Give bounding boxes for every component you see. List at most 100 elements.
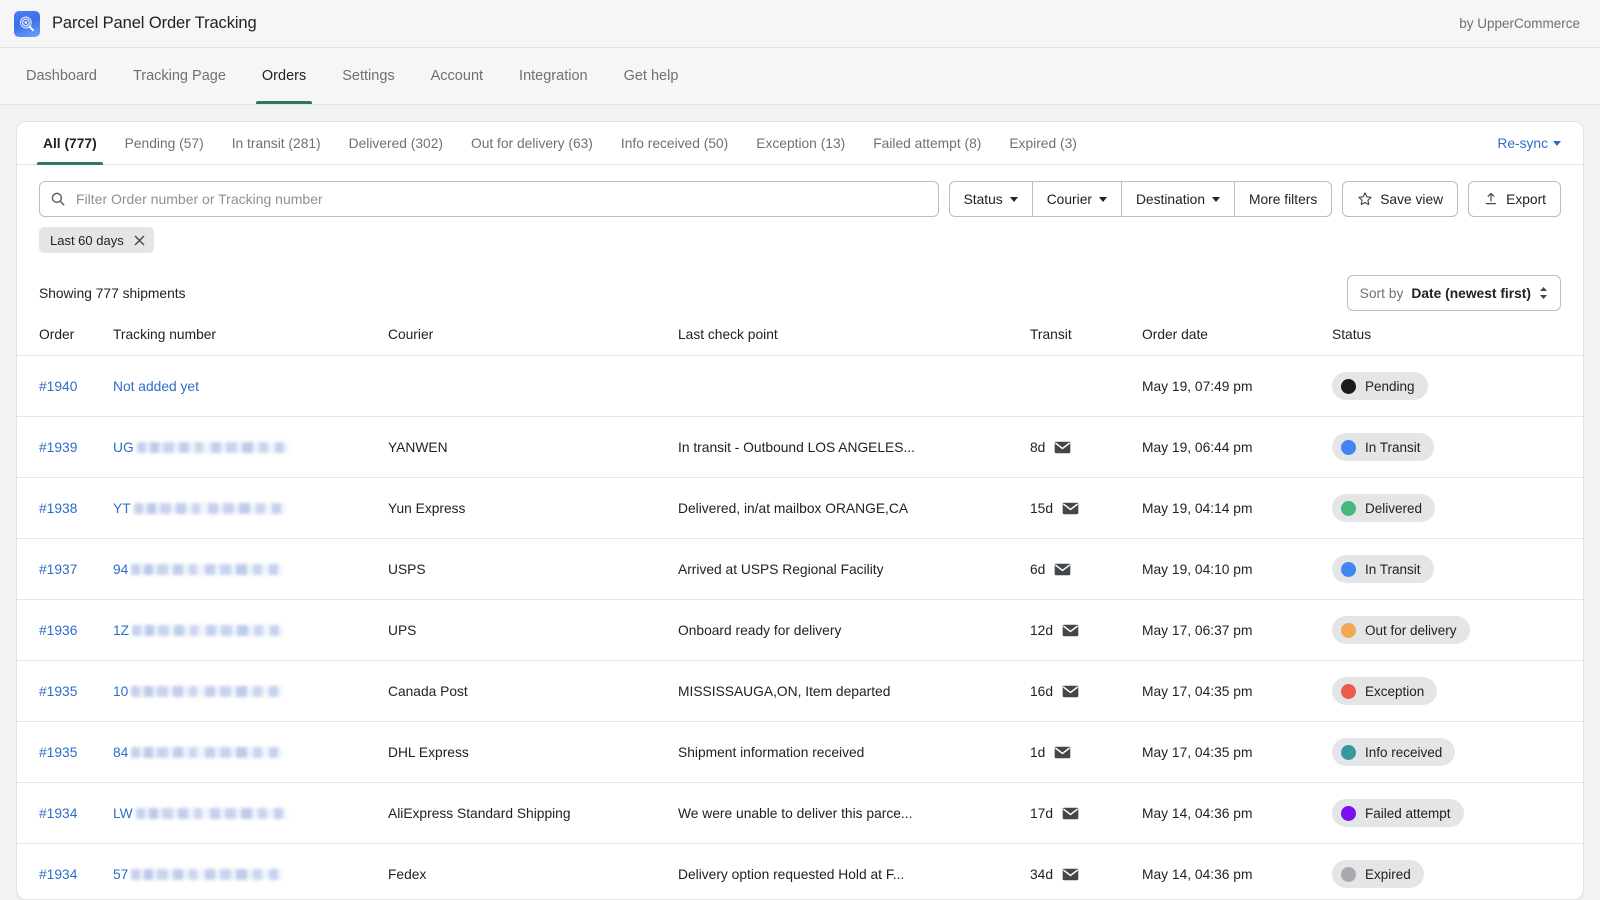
search-input[interactable] — [76, 191, 928, 207]
nav-item-dashboard[interactable]: Dashboard — [8, 48, 115, 104]
cell-courier: Fedex — [388, 844, 678, 899]
close-icon[interactable] — [134, 235, 145, 246]
order-number-link[interactable]: #1935 — [39, 745, 77, 760]
redacted-tracking-number — [137, 442, 289, 453]
tab-label: Out for delivery (63) — [471, 136, 593, 151]
status-filter-button[interactable]: Status — [949, 181, 1032, 217]
transit-days: 8d — [1030, 440, 1045, 455]
nav-item-account[interactable]: Account — [413, 48, 501, 104]
search-icon — [50, 191, 66, 207]
tracking-number-link[interactable]: 1Z — [113, 623, 388, 638]
export-label: Export — [1506, 192, 1546, 207]
table-row[interactable]: #193584DHL ExpressShipment information r… — [17, 722, 1583, 783]
email-icon[interactable] — [1054, 563, 1071, 576]
transit-days: 16d — [1030, 684, 1053, 699]
sort-by-select[interactable]: Sort by Date (newest first) — [1347, 275, 1561, 311]
cell-courier: DHL Express — [388, 722, 678, 783]
cell-order-date: May 17, 06:37 pm — [1142, 600, 1332, 661]
tracking-number-link[interactable]: Not added yet — [113, 379, 199, 394]
order-number-link[interactable]: #1939 — [39, 440, 77, 455]
cell-last-check-point: Delivery option requested Hold at F... — [678, 844, 1030, 899]
cell-order-date: May 14, 04:36 pm — [1142, 844, 1332, 899]
search-box[interactable] — [39, 181, 939, 217]
cell-last-check-point: Onboard ready for delivery — [678, 600, 1030, 661]
filter-chip-date-range[interactable]: Last 60 days — [39, 227, 154, 253]
cell-tracking-number: 84 — [113, 722, 388, 783]
nav-item-integration[interactable]: Integration — [501, 48, 606, 104]
cell-order: #1934 — [17, 783, 113, 844]
order-number-link[interactable]: #1936 — [39, 623, 77, 638]
more-filters-button[interactable]: More filters — [1234, 181, 1332, 217]
email-icon[interactable] — [1054, 746, 1071, 759]
email-icon[interactable] — [1062, 807, 1079, 820]
tab-failed-attempt[interactable]: Failed attempt (8) — [859, 122, 995, 164]
nav-label: Dashboard — [26, 68, 97, 84]
email-icon[interactable] — [1062, 685, 1079, 698]
nav-item-settings[interactable]: Settings — [324, 48, 412, 104]
order-number-link[interactable]: #1934 — [39, 867, 77, 882]
transit-cell: 17d — [1030, 806, 1142, 821]
resync-button[interactable]: Re-sync — [1497, 122, 1573, 164]
tracking-number-prefix: 57 — [113, 867, 128, 882]
orders-card: All (777) Pending (57) In transit (281) … — [16, 121, 1584, 900]
courier-filter-button[interactable]: Courier — [1032, 181, 1121, 217]
cell-order-date: May 17, 04:35 pm — [1142, 722, 1332, 783]
tracking-number-link[interactable]: 94 — [113, 562, 388, 577]
tab-delivered[interactable]: Delivered (302) — [335, 122, 457, 164]
courier-filter-label: Courier — [1047, 192, 1092, 207]
cell-transit: 8d — [1030, 417, 1142, 478]
orders-table-head: Order Tracking number Courier Last check… — [17, 327, 1583, 356]
tracking-number-link[interactable]: 57 — [113, 867, 388, 882]
tab-all[interactable]: All (777) — [29, 122, 111, 164]
tab-expired[interactable]: Expired (3) — [995, 122, 1090, 164]
tab-label: In transit (281) — [232, 136, 321, 151]
tab-in-transit[interactable]: In transit (281) — [218, 122, 335, 164]
tracking-number-link[interactable]: 84 — [113, 745, 388, 760]
cell-transit: 16d — [1030, 661, 1142, 722]
status-dot-icon — [1341, 379, 1356, 394]
cell-courier: Canada Post — [388, 661, 678, 722]
tab-info-received[interactable]: Info received (50) — [607, 122, 742, 164]
destination-filter-button[interactable]: Destination — [1121, 181, 1234, 217]
email-icon[interactable] — [1062, 624, 1079, 637]
cell-order-date: May 19, 07:49 pm — [1142, 356, 1332, 417]
table-row[interactable]: #1934 57 FedexDelivery option requested Ho… — [17, 844, 1583, 899]
table-row[interactable]: #1938YTYun ExpressDelivered, in/at mailb… — [17, 478, 1583, 539]
email-icon[interactable] — [1062, 868, 1079, 881]
table-row[interactable]: #193794USPSArrived at USPS Regional Faci… — [17, 539, 1583, 600]
status-label: Expired — [1365, 867, 1411, 882]
nav-item-tracking-page[interactable]: Tracking Page — [115, 48, 244, 104]
transit-cell: 6d — [1030, 562, 1142, 577]
order-number-link[interactable]: #1938 — [39, 501, 77, 516]
nav-item-get-help[interactable]: Get help — [606, 48, 697, 104]
tab-label: Failed attempt (8) — [873, 136, 981, 151]
transit-days: 34d — [1030, 867, 1053, 882]
page-body: All (777) Pending (57) In transit (281) … — [0, 105, 1600, 900]
nav-item-orders[interactable]: Orders — [244, 48, 324, 104]
tab-out-for-delivery[interactable]: Out for delivery (63) — [457, 122, 607, 164]
tracking-number-link[interactable]: UG — [113, 440, 388, 455]
order-number-link[interactable]: #1935 — [39, 684, 77, 699]
save-view-button[interactable]: Save view — [1342, 181, 1458, 217]
cell-transit: 1d — [1030, 722, 1142, 783]
table-row[interactable]: #1940Not added yetMay 19, 07:49 pmPendin… — [17, 356, 1583, 417]
results-count-label: Showing 777 shipments — [39, 286, 186, 301]
tab-exception[interactable]: Exception (13) — [742, 122, 859, 164]
tracking-number-link[interactable]: LW — [113, 806, 388, 821]
email-icon[interactable] — [1062, 502, 1079, 515]
tab-label: Exception (13) — [756, 136, 845, 151]
tracking-number-link[interactable]: YT — [113, 501, 388, 516]
order-number-link[interactable]: #1940 — [39, 379, 77, 394]
table-row[interactable]: #1934LWAliExpress Standard ShippingWe we… — [17, 783, 1583, 844]
table-row[interactable]: #1939UGYANWENIn transit - Outbound LOS A… — [17, 417, 1583, 478]
order-number-link[interactable]: #1937 — [39, 562, 77, 577]
nav-label: Orders — [262, 68, 306, 84]
order-number-link[interactable]: #1934 — [39, 806, 77, 821]
email-icon[interactable] — [1054, 441, 1071, 454]
tracking-number-link[interactable]: 10 — [113, 684, 388, 699]
tab-pending[interactable]: Pending (57) — [111, 122, 218, 164]
export-button[interactable]: Export — [1468, 181, 1561, 217]
table-row[interactable]: #19361ZUPSOnboard ready for delivery12dM… — [17, 600, 1583, 661]
destination-filter-label: Destination — [1136, 192, 1205, 207]
table-row[interactable]: #193510Canada PostMISSISSAUGA,ON, Item d… — [17, 661, 1583, 722]
